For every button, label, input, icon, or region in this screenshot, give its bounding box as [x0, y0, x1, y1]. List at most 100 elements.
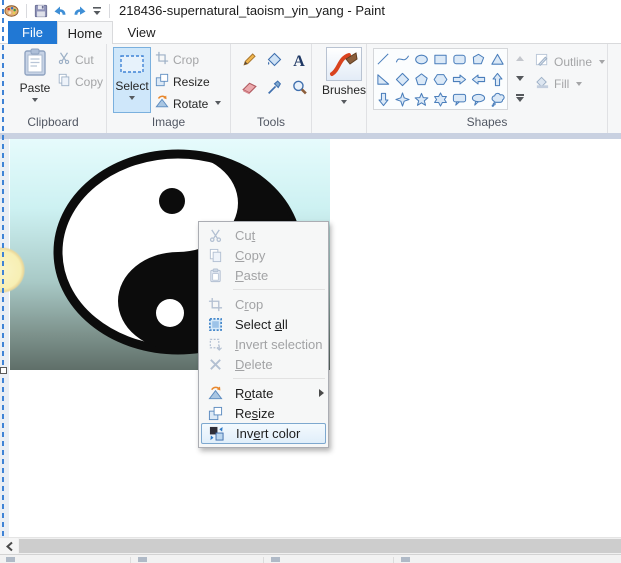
- rotate-label: Rotate: [173, 96, 209, 111]
- color-picker-tool-button[interactable]: [264, 80, 284, 100]
- paste-label: Paste: [19, 81, 51, 95]
- shape-rectangle[interactable]: [431, 49, 450, 69]
- shape-hexagon[interactable]: [431, 69, 450, 89]
- resize-button[interactable]: Resize: [155, 73, 210, 90]
- shape-down-arrow[interactable]: [374, 89, 393, 109]
- brushes-button[interactable]: Brushes: [322, 47, 366, 104]
- shapes-scroll-up-button[interactable]: [513, 48, 527, 68]
- shape-line[interactable]: [374, 49, 393, 69]
- magnifier-tool-button[interactable]: [289, 80, 309, 100]
- selection-handle[interactable]: [0, 367, 7, 374]
- window-title: 218436-supernatural_taoism_yin_yang - Pa…: [119, 3, 385, 18]
- menu-item-select-all[interactable]: Select all: [199, 314, 328, 334]
- menu-item-invert-selection[interactable]: Invert selection: [199, 334, 328, 354]
- quick-access-toolbar: [0, 3, 113, 18]
- menu-item-rotate[interactable]: Rotate: [199, 383, 328, 403]
- outline-dropdown-icon: [599, 59, 606, 64]
- rotate-icon: [203, 385, 227, 401]
- group-clipboard: Paste Cut Copy Clipboard: [0, 44, 107, 133]
- menu-item-label: Invert color: [236, 426, 301, 441]
- ribbon: Paste Cut Copy Clipboard Select Crop Res…: [0, 44, 621, 133]
- redo-button[interactable]: [72, 4, 88, 18]
- shape-diamond[interactable]: [393, 69, 412, 89]
- menu-item-cut[interactable]: Cut: [199, 225, 328, 245]
- eraser-icon: [241, 79, 258, 101]
- copy-label: Copy: [75, 74, 104, 89]
- invert-color-icon: [204, 426, 228, 442]
- scrollbar-thumb[interactable]: [19, 539, 621, 553]
- menu-item-copy[interactable]: Copy: [199, 245, 328, 265]
- menu-item-invert-color[interactable]: Invert color: [201, 423, 326, 444]
- undo-button[interactable]: [52, 4, 68, 18]
- menu-item-label: Resize: [235, 405, 275, 421]
- paint-logo-icon: [4, 3, 19, 18]
- horizontal-scrollbar[interactable]: [0, 537, 621, 554]
- brush-icon: [326, 47, 363, 81]
- group-brushes: Brushes: [312, 44, 367, 133]
- shape-rounded-rectangle[interactable]: [450, 49, 469, 69]
- fill-button[interactable]: Fill: [535, 75, 583, 93]
- shape-ellipse[interactable]: [412, 49, 431, 69]
- group-shapes: Outline Fill Shapes: [367, 44, 608, 133]
- shape-six-point-star[interactable]: [431, 89, 450, 109]
- text-icon: A: [293, 53, 305, 70]
- paste-button[interactable]: Paste: [14, 48, 56, 112]
- eraser-tool-button[interactable]: [239, 80, 259, 100]
- cut-button[interactable]: Cut: [57, 51, 94, 68]
- shape-five-point-star[interactable]: [412, 89, 431, 109]
- magnifier-icon: [291, 79, 308, 101]
- chevron-left-icon: [5, 541, 13, 551]
- select-label: Select: [115, 79, 149, 93]
- outline-button[interactable]: Outline: [535, 53, 606, 71]
- save-button[interactable]: [34, 4, 48, 18]
- shape-cloud-callout[interactable]: [488, 89, 507, 109]
- fill-tool-button[interactable]: [264, 52, 284, 72]
- shape-right-triangle[interactable]: [374, 69, 393, 89]
- group-image: Select Crop Resize Rotate Image: [107, 44, 231, 133]
- shape-four-point-star[interactable]: [393, 89, 412, 109]
- tab-file[interactable]: File: [8, 21, 57, 44]
- shape-up-arrow[interactable]: [488, 69, 507, 89]
- selection-marching-ants: [2, 0, 4, 536]
- rotate-button[interactable]: Rotate: [155, 95, 222, 112]
- select-dropdown-icon: [129, 96, 135, 100]
- shapes-group-label: Shapes: [466, 115, 508, 129]
- shape-left-arrow[interactable]: [469, 69, 488, 89]
- copy-button[interactable]: Copy: [57, 73, 103, 90]
- tab-view[interactable]: View: [113, 21, 170, 44]
- tab-home[interactable]: Home: [57, 21, 113, 45]
- menu-item-label: Delete: [235, 356, 273, 372]
- delete-icon: [203, 356, 227, 372]
- image-size-icon: [271, 557, 280, 562]
- shape-triangle[interactable]: [488, 49, 507, 69]
- menu-item-resize[interactable]: Resize: [199, 403, 328, 423]
- rotate-icon: [155, 95, 169, 112]
- shape-pentagon[interactable]: [412, 69, 431, 89]
- cursor-position-icon: [6, 557, 15, 562]
- shapes-more-button[interactable]: [513, 88, 527, 108]
- shape-right-arrow[interactable]: [450, 69, 469, 89]
- shape-curve[interactable]: [393, 49, 412, 69]
- scroll-left-button[interactable]: [0, 538, 18, 554]
- menu-item-paste[interactable]: Paste: [199, 265, 328, 285]
- text-tool-button[interactable]: A: [289, 52, 309, 72]
- shapes-scroll-down-button[interactable]: [513, 68, 527, 88]
- crop-button[interactable]: Crop: [155, 51, 199, 68]
- shape-oval-callout[interactable]: [469, 89, 488, 109]
- qat-separator: [109, 3, 110, 18]
- pencil-tool-button[interactable]: [239, 52, 259, 72]
- menu-item-delete[interactable]: Delete: [199, 354, 328, 374]
- context-menu: Cut Copy Paste Crop Select all Invert selecti…: [198, 221, 329, 448]
- select-all-icon: [203, 316, 227, 332]
- statusbar-separator: [130, 557, 131, 563]
- shape-rounded-callout[interactable]: [450, 89, 469, 109]
- menu-item-crop[interactable]: Crop: [199, 294, 328, 314]
- submenu-arrow-icon: [319, 389, 324, 397]
- statusbar-separator: [393, 557, 394, 563]
- shape-polygon[interactable]: [469, 49, 488, 69]
- qat-dropdown-icon[interactable]: [92, 5, 102, 17]
- select-button[interactable]: Select: [113, 47, 151, 113]
- paint-window: 218436-supernatural_taoism_yin_yang - Pa…: [0, 0, 621, 563]
- resize-label: Resize: [173, 74, 210, 89]
- status-bar: [0, 554, 621, 563]
